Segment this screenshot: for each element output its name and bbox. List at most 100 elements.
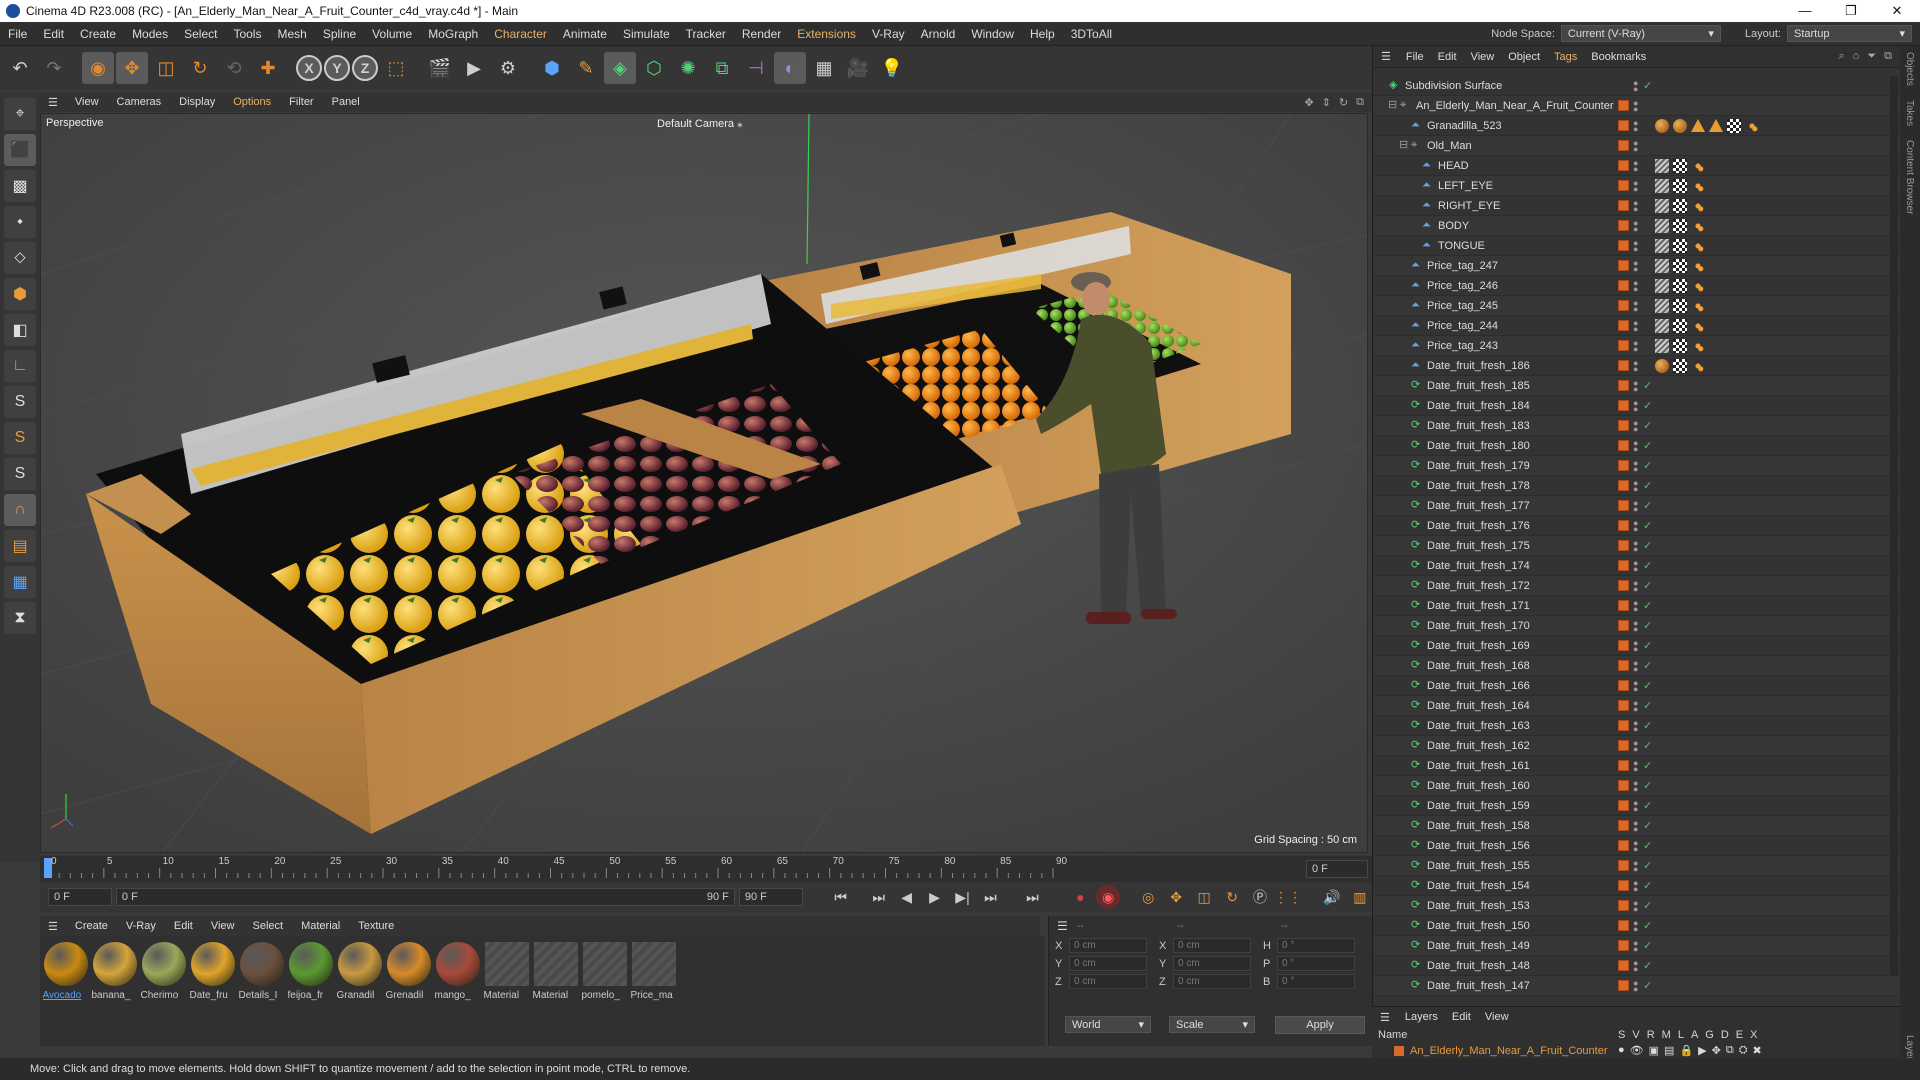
material-menu-select[interactable]: Select (244, 920, 293, 932)
menu-volume[interactable]: Volume (364, 27, 420, 41)
visibility-dots-icon[interactable]: ● ● (1633, 78, 1638, 93)
enabled-check-icon[interactable]: ✓ (1643, 699, 1652, 712)
layer-color-icon[interactable] (1618, 640, 1629, 651)
enabled-check-icon[interactable]: ✓ (1643, 759, 1652, 772)
selection-tag-icon[interactable] (1691, 238, 1705, 253)
object-row[interactable]: ⊟ ⌖ Old_Man ● ● (1373, 136, 1901, 156)
hamburger-icon[interactable]: ☰ (40, 920, 66, 933)
coord-field[interactable]: 0 ° (1277, 956, 1355, 971)
visibility-dots-icon[interactable]: ● ● (1633, 438, 1638, 453)
layer-color-icon[interactable] (1618, 860, 1629, 871)
light-icon[interactable]: 💡 (876, 52, 908, 84)
material-swatch[interactable]: Grenadil (386, 942, 431, 1040)
material-swatch[interactable]: Avocado (43, 942, 88, 1040)
axis-y-button[interactable]: Y (324, 55, 350, 81)
selection-tag-icon[interactable] (1691, 158, 1705, 173)
layer-color-icon[interactable] (1618, 600, 1629, 611)
enabled-check-icon[interactable]: ✓ (1643, 639, 1652, 652)
menu-mograph[interactable]: MoGraph (420, 27, 486, 41)
enabled-check-icon[interactable]: ✓ (1643, 659, 1652, 672)
animation-icon[interactable]: ▶ (1698, 1044, 1706, 1057)
key-scale-icon[interactable]: ◫ (1192, 885, 1216, 909)
object-row[interactable]: ⏶ RIGHT_EYE ● ● (1373, 196, 1901, 216)
uvw-tag-icon[interactable] (1655, 318, 1669, 333)
scale-tool-icon[interactable]: ◫ (150, 52, 182, 84)
new-window-icon[interactable]: ⧉ (1884, 50, 1892, 63)
hamburger-icon[interactable]: ☰ (40, 96, 66, 109)
uvw-tag-icon[interactable] (1655, 198, 1669, 213)
visibility-dots-icon[interactable]: ● ● (1633, 278, 1638, 293)
enabled-check-icon[interactable]: ✓ (1643, 899, 1652, 912)
points-mode-icon[interactable]: ⬩ (4, 206, 36, 238)
selection-tag-icon[interactable] (1691, 218, 1705, 233)
enabled-check-icon[interactable]: ✓ (1643, 399, 1652, 412)
object-row[interactable]: ⟳ Date_fruit_fresh_177 ● ● ✓ (1373, 496, 1901, 516)
selection-tag-icon[interactable] (1691, 338, 1705, 353)
sound-icon[interactable]: 🔊 (1320, 885, 1344, 909)
layer-color-icon[interactable] (1618, 400, 1629, 411)
close-icon[interactable]: ✕ (1874, 3, 1920, 19)
object-row[interactable]: ⟳ Date_fruit_fresh_148 ● ● ✓ (1373, 956, 1901, 976)
layer-color-icon[interactable] (1618, 780, 1629, 791)
enabled-check-icon[interactable]: ✓ (1643, 499, 1652, 512)
enabled-check-icon[interactable]: ✓ (1643, 619, 1652, 632)
visibility-dots-icon[interactable]: ● ● (1633, 778, 1638, 793)
axis-z-button[interactable]: Z (352, 55, 378, 81)
object-row[interactable]: ⟳ Date_fruit_fresh_171 ● ● ✓ (1373, 596, 1901, 616)
enabled-check-icon[interactable]: ✓ (1643, 799, 1652, 812)
subdivision-surface-icon[interactable]: ◈ (604, 52, 636, 84)
menu-mesh[interactable]: Mesh (269, 27, 314, 41)
menu-modes[interactable]: Modes (124, 27, 176, 41)
layer-color-icon[interactable] (1618, 380, 1629, 391)
minimize-icon[interactable]: — (1782, 3, 1828, 19)
visibility-dots-icon[interactable]: ● ● (1633, 698, 1638, 713)
object-row[interactable]: ⟳ Date_fruit_fresh_169 ● ● ✓ (1373, 636, 1901, 656)
layer-color-icon[interactable] (1618, 440, 1629, 451)
object-row[interactable]: ⏶ Price_tag_246 ● ● (1373, 276, 1901, 296)
side-tab-content-browser[interactable]: Content Browser (1904, 140, 1915, 214)
visibility-dots-icon[interactable]: ● ● (1633, 958, 1638, 973)
visible-icon[interactable]: 👁 (1630, 1044, 1644, 1057)
material-tag-icon[interactable] (1655, 118, 1669, 133)
viewport-camera-label[interactable]: Default Camera ⁎ (657, 117, 743, 130)
object-row[interactable]: ⟳ Date_fruit_fresh_149 ● ● ✓ (1373, 936, 1901, 956)
layer-color-icon[interactable] (1618, 960, 1629, 971)
menu-help[interactable]: Help (1022, 27, 1063, 41)
material-menu-edit[interactable]: Edit (165, 920, 202, 932)
viewport-menu-filter[interactable]: Filter (280, 96, 322, 108)
object-row[interactable]: ⏶ LEFT_EYE ● ● (1373, 176, 1901, 196)
object-row[interactable]: ⟳ Date_fruit_fresh_185 ● ● ✓ (1373, 376, 1901, 396)
visibility-dots-icon[interactable]: ● ● (1633, 638, 1638, 653)
layer-color-icon[interactable] (1618, 340, 1629, 351)
object-row[interactable]: ⟳ Date_fruit_fresh_160 ● ● ✓ (1373, 776, 1901, 796)
selection-tag-icon[interactable] (1691, 358, 1705, 373)
object-menu-edit[interactable]: Edit (1431, 51, 1464, 63)
menu-tracker[interactable]: Tracker (678, 27, 734, 41)
texture-tag-icon[interactable] (1673, 278, 1687, 293)
home-icon[interactable]: ⌂ (1853, 50, 1860, 63)
rotate-tool-icon[interactable]: ↻ (184, 52, 216, 84)
object-row[interactable]: ⏶ Price_tag_245 ● ● (1373, 296, 1901, 316)
object-list-scrollbar[interactable] (1890, 76, 1898, 976)
visibility-dots-icon[interactable]: ● ● (1633, 198, 1638, 213)
material-menu-v-ray[interactable]: V-Ray (117, 920, 165, 932)
layer-color-icon[interactable] (1618, 280, 1629, 291)
layer-color-icon[interactable] (1618, 760, 1629, 771)
expression-flag-icon[interactable]: ⛭ (1739, 1044, 1748, 1057)
menu-v-ray[interactable]: V-Ray (864, 27, 913, 41)
layer-color-icon[interactable] (1618, 120, 1629, 131)
visibility-dots-icon[interactable]: ● ● (1633, 478, 1638, 493)
texture-tag-icon[interactable] (1727, 118, 1741, 133)
object-row[interactable]: ⟳ Date_fruit_fresh_156 ● ● ✓ (1373, 836, 1901, 856)
visibility-dots-icon[interactable]: ● ● (1633, 578, 1638, 593)
enabled-check-icon[interactable]: ✓ (1643, 479, 1652, 492)
generator-icon[interactable]: ⬡ (638, 52, 670, 84)
layer-color-icon[interactable] (1618, 580, 1629, 591)
snap-icon-2[interactable]: S (4, 422, 36, 454)
coordinate-system-icon[interactable]: ⬚ (380, 52, 412, 84)
texture-tag-icon[interactable] (1673, 178, 1687, 193)
visibility-dots-icon[interactable]: ● ● (1633, 258, 1638, 273)
camera-icon[interactable]: 🎥 (842, 52, 874, 84)
texture-tag-icon[interactable] (1673, 238, 1687, 253)
menu-file[interactable]: File (0, 27, 35, 41)
